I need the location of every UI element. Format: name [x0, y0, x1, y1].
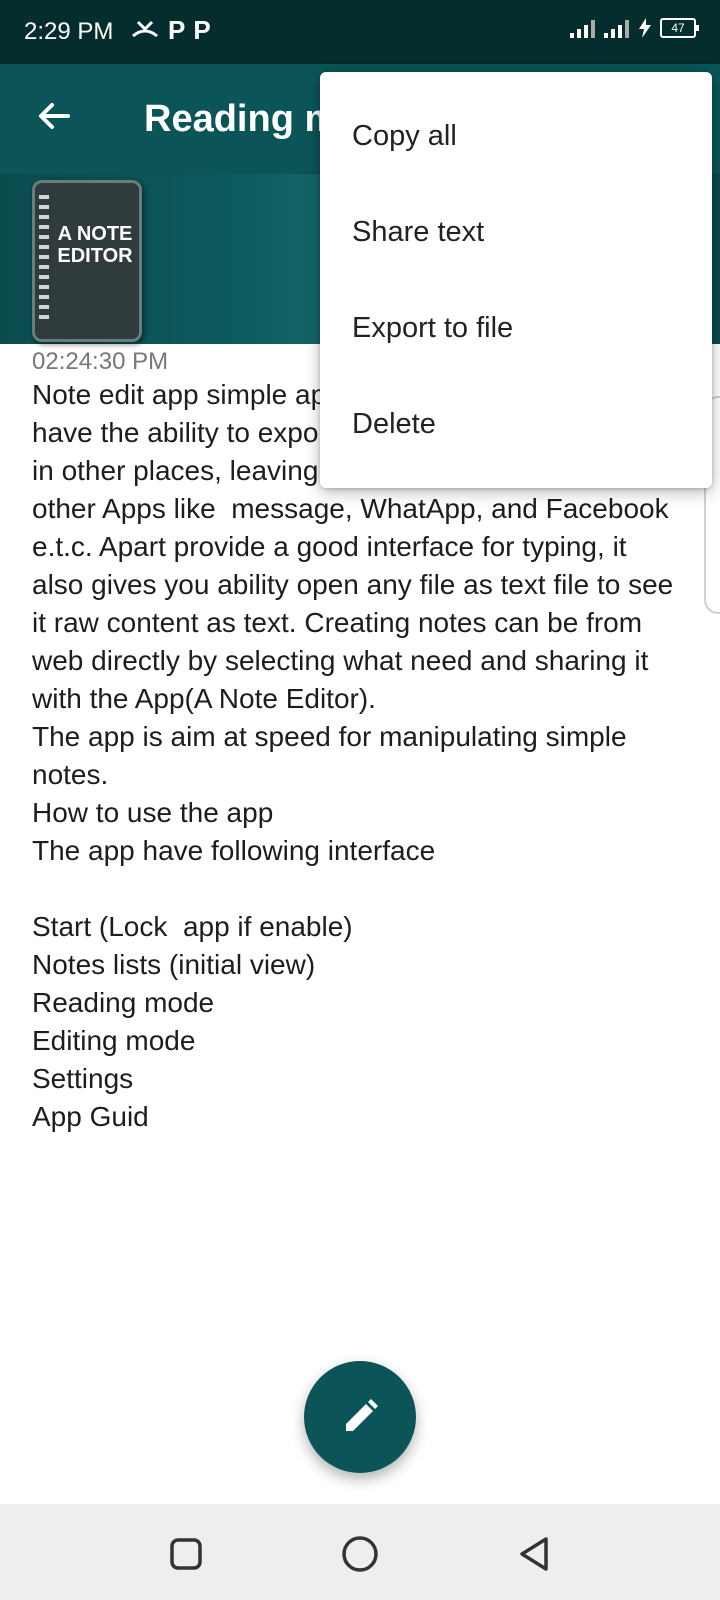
status-icons-right: 47 — [570, 18, 699, 38]
menu-item-share-text[interactable]: Share text — [320, 184, 712, 280]
menu-item-copy-all[interactable]: Copy all — [320, 88, 712, 184]
missed-call-icon — [132, 20, 158, 38]
p-icon: P — [193, 15, 211, 45]
recents-square-icon[interactable] — [166, 1534, 206, 1574]
system-nav-bar — [0, 1504, 720, 1600]
status-bar: 2:29 PM P P 47 — [0, 0, 720, 64]
pencil-icon — [346, 1399, 378, 1431]
charging-icon — [639, 18, 651, 38]
status-time: 2:29 PM — [24, 18, 114, 45]
note-body: Note edit app simple app for taking text… — [32, 379, 674, 1132]
home-circle-icon[interactable] — [340, 1534, 380, 1574]
overflow-menu: Copy all Share text Export to file Delet… — [320, 72, 712, 488]
logo-text: A NOTE EDITOR — [57, 223, 133, 267]
back-arrow-icon[interactable] — [32, 94, 76, 138]
menu-item-export-to-file[interactable]: Export to file — [320, 280, 712, 376]
status-icons-left: P P — [130, 16, 211, 44]
signal-icon — [570, 20, 595, 38]
back-triangle-icon[interactable] — [514, 1534, 554, 1574]
menu-item-delete[interactable]: Delete — [320, 376, 712, 472]
app-logo: A NOTE EDITOR — [32, 180, 142, 342]
note-timestamp: 02:24:30 PM — [32, 348, 169, 375]
battery-icon: 47 — [660, 18, 699, 38]
signal-icon — [604, 20, 629, 38]
edit-fab-button[interactable] — [304, 1361, 416, 1473]
p-icon: P — [168, 15, 186, 45]
spiral-binding — [39, 195, 49, 325]
